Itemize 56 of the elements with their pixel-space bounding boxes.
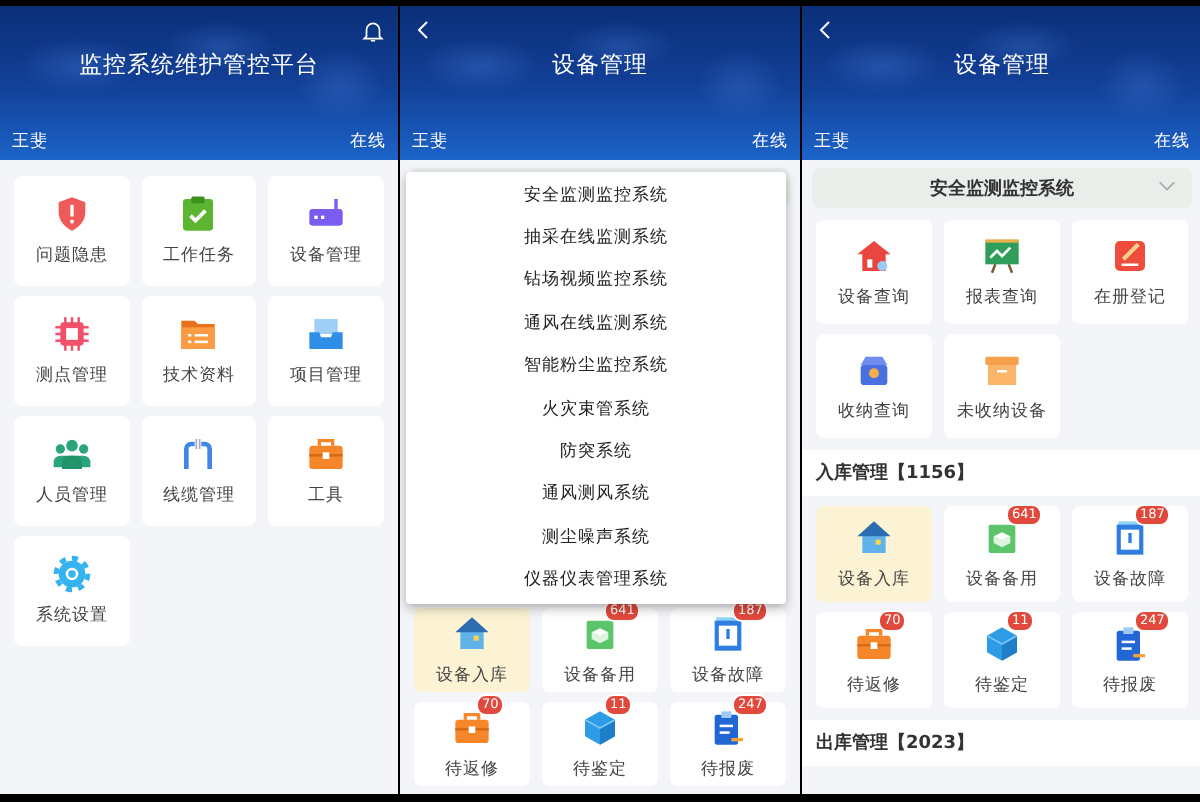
dropdown-option[interactable]: 火灾束管系统 bbox=[406, 387, 786, 431]
dropdown-option[interactable]: 通风在线监测系统 bbox=[406, 302, 786, 346]
bell-icon[interactable] bbox=[360, 17, 386, 43]
chart-board-icon bbox=[982, 235, 1022, 275]
toolbox-icon bbox=[854, 623, 894, 663]
gear-icon bbox=[51, 554, 92, 594]
toolbox-icon bbox=[452, 707, 492, 747]
dropdown-option[interactable]: 通风测风系统 bbox=[406, 473, 786, 517]
menu-tile[interactable]: 技术资料 bbox=[141, 296, 257, 406]
user-name: 王斐 bbox=[814, 130, 850, 154]
menu-tile[interactable]: 系统设置 bbox=[14, 536, 130, 646]
online-status: 在线 bbox=[752, 130, 788, 154]
chip-icon bbox=[51, 314, 92, 354]
menu-tile[interactable]: 收纳查询 bbox=[816, 334, 932, 438]
cube-icon bbox=[982, 623, 1022, 663]
house-icon bbox=[854, 235, 894, 275]
menu-tile[interactable]: 在册登记 bbox=[1072, 220, 1188, 324]
dropdown-option[interactable]: 抽采在线监测系统 bbox=[406, 216, 786, 260]
menu-tile[interactable]: 设备管理 bbox=[268, 176, 384, 286]
dropdown-option[interactable]: 智能粉尘监控系统 bbox=[406, 345, 786, 388]
dropdown-option[interactable]: 防突系统 bbox=[406, 430, 786, 474]
menu-tile[interactable]: 未收纳设备 bbox=[944, 334, 1060, 438]
dropdown-option[interactable]: 仪器仪表管理系统 bbox=[406, 559, 786, 602]
menu-tile[interactable]: 设备入库 bbox=[816, 506, 932, 602]
pencil-note-icon bbox=[1110, 235, 1150, 275]
dropdown-option[interactable]: 钻场视频监控系统 bbox=[406, 259, 786, 303]
tray-icon bbox=[306, 314, 347, 354]
dropdown-option[interactable]: 测尘噪声系统 bbox=[406, 516, 786, 560]
cube-icon bbox=[580, 707, 620, 747]
online-status: 在线 bbox=[1154, 130, 1190, 154]
house-icon bbox=[452, 613, 492, 653]
menu-tile[interactable]: 项目管理 bbox=[268, 296, 384, 406]
section-title: 出库管理【2023】 bbox=[802, 720, 1200, 766]
system-select[interactable]: 安全监测监控系统 bbox=[812, 168, 1192, 208]
section-title: 入库管理【1156】 bbox=[802, 450, 1200, 496]
menu-tile[interactable]: 线缆管理 bbox=[141, 416, 257, 526]
menu-tile[interactable]: 报表查询 bbox=[944, 220, 1060, 324]
chevron-down-icon bbox=[1158, 180, 1176, 192]
toolbox-icon bbox=[306, 434, 347, 474]
dropdown-option[interactable]: 安全监测监控系统 bbox=[406, 174, 786, 217]
user-name: 王斐 bbox=[412, 130, 448, 154]
clipboard-check-icon bbox=[178, 194, 219, 234]
menu-tile[interactable]: 问题隐患 bbox=[14, 176, 130, 286]
menu-tile[interactable]: 工作任务 bbox=[141, 176, 257, 286]
page-title: 设备管理 bbox=[552, 50, 648, 80]
menu-tile[interactable]: 工具 bbox=[268, 416, 384, 526]
menu-tile[interactable]: 人员管理 bbox=[14, 416, 130, 526]
page-title: 设备管理 bbox=[954, 50, 1050, 80]
people-icon bbox=[51, 434, 92, 474]
user-name: 王斐 bbox=[12, 130, 48, 154]
menu-tile[interactable]: 设备入库 bbox=[414, 608, 530, 692]
menu-tile[interactable]: 设备查询 bbox=[816, 220, 932, 324]
house-icon bbox=[854, 517, 894, 557]
menu-tile[interactable]: 测点管理 bbox=[14, 296, 130, 406]
online-status: 在线 bbox=[350, 130, 386, 154]
page-title: 监控系统维护管控平台 bbox=[79, 50, 319, 80]
